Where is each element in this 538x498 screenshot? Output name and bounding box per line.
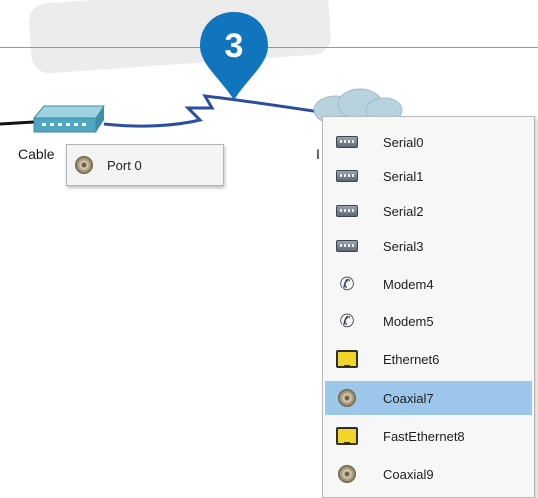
menu-item-label: Modem4 <box>383 276 434 292</box>
modem-port-icon: ✆ <box>339 311 355 331</box>
menu-item-fastethernet8[interactable]: FastEthernet8 <box>325 419 532 453</box>
menu-item-label: Serial0 <box>383 134 424 150</box>
step-badge: 3 <box>196 8 272 104</box>
menu-item-label: Serial1 <box>383 168 424 184</box>
port-popup-item[interactable]: Port 0 <box>75 151 142 179</box>
menu-item-serial0[interactable]: Serial0 <box>325 125 532 159</box>
menu-item-label: Coaxial9 <box>383 466 434 482</box>
menu-item-ethernet6[interactable]: Ethernet6 <box>325 342 532 376</box>
menu-item-label: Ethernet6 <box>383 351 440 367</box>
menu-item-label: Serial3 <box>383 238 424 254</box>
serial-port-icon <box>335 166 359 186</box>
menu-item-label: Modem5 <box>383 313 434 329</box>
interface-menu: Serial0 Serial1 Serial2 Serial3 ✆ Modem4… <box>322 116 535 498</box>
coaxial-port-icon <box>335 464 359 484</box>
coaxial-port-icon <box>335 388 359 408</box>
ethernet-port-icon <box>335 426 359 446</box>
cable-label: Cable <box>18 146 55 162</box>
menu-item-modem4[interactable]: ✆ Modem4 <box>325 267 532 301</box>
serial-port-icon <box>335 132 359 152</box>
menu-item-serial3[interactable]: Serial3 <box>325 229 532 263</box>
menu-item-label: FastEthernet8 <box>383 428 465 444</box>
menu-item-serial2[interactable]: Serial2 <box>325 194 532 228</box>
menu-item-modem5[interactable]: ✆ Modem5 <box>325 304 532 338</box>
coaxial-port-icon <box>75 156 93 174</box>
black-cable <box>0 120 35 126</box>
hub-device-icon <box>32 105 105 133</box>
menu-item-serial1[interactable]: Serial1 <box>325 159 532 193</box>
serial-port-icon <box>335 236 359 256</box>
right-device-label: I <box>316 146 320 162</box>
port-popup-label: Port 0 <box>107 157 142 173</box>
port-popup: Port 0 <box>66 144 224 186</box>
menu-item-coaxial7[interactable]: Coaxial7 <box>325 381 532 415</box>
modem-port-icon: ✆ <box>339 274 355 294</box>
menu-item-label: Serial2 <box>383 203 424 219</box>
menu-item-coaxial9[interactable]: Coaxial9 <box>325 457 532 491</box>
menu-item-label: Coaxial7 <box>383 390 434 406</box>
topology-workspace[interactable]: 3 Cable I Port 0 Serial0 Serial1 Serial2… <box>0 0 538 498</box>
step-number: 3 <box>224 27 244 65</box>
ethernet-port-icon <box>335 349 359 369</box>
serial-port-icon <box>335 201 359 221</box>
